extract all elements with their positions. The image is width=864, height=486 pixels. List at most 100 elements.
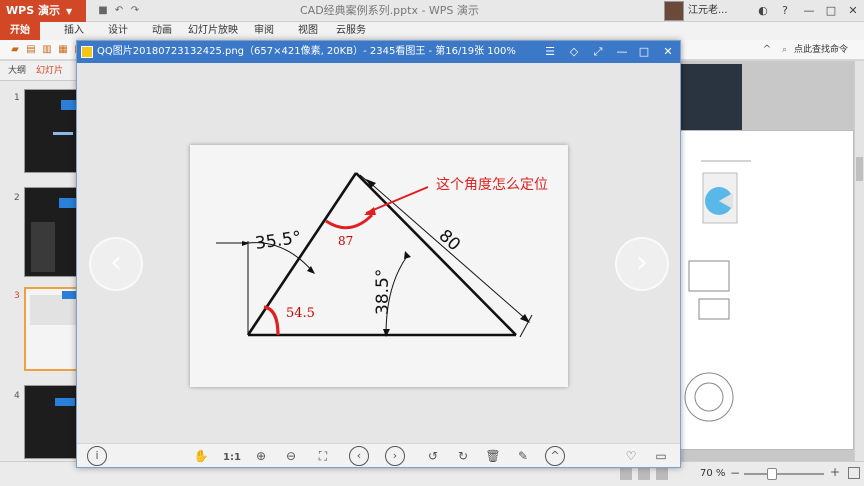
ribbon-tabs: 开始 插入 设计 动画 幻灯片放映 审阅 视图 云服务 bbox=[0, 22, 864, 40]
scrollbar-thumb[interactable] bbox=[856, 157, 863, 181]
tab-view[interactable]: 视图 bbox=[298, 22, 318, 40]
normal-view-icon[interactable] bbox=[620, 468, 632, 480]
zoom-level: 70 % bbox=[700, 468, 726, 479]
zoom-in-icon[interactable]: ⊕ bbox=[253, 448, 269, 464]
favorite-icon[interactable]: ♡ bbox=[623, 448, 639, 464]
viewer-maximize-button[interactable]: □ bbox=[633, 41, 655, 63]
label-35-5: 35.5° bbox=[254, 228, 303, 254]
slide-number: 4 bbox=[14, 391, 20, 401]
maximize-button[interactable]: □ bbox=[820, 0, 842, 22]
hand-icon[interactable]: ✋ bbox=[193, 448, 209, 464]
collapse-ribbon-icon[interactable]: ^ bbox=[760, 43, 774, 57]
slide-number: 1 bbox=[14, 93, 20, 103]
tab-slides[interactable]: 幻灯片 bbox=[36, 61, 63, 81]
thumb-text bbox=[53, 132, 73, 135]
wps-app-menu-button[interactable]: WPS 演示 ▼ bbox=[0, 0, 86, 22]
zoom-out-icon[interactable]: ⊖ bbox=[283, 448, 299, 464]
user-name[interactable]: 江元老... bbox=[688, 0, 728, 22]
new-icon[interactable]: ▤ bbox=[24, 43, 38, 57]
slideshow-view-icon[interactable] bbox=[656, 468, 668, 480]
prev-image-arrow-icon[interactable]: ‹ bbox=[89, 237, 143, 291]
next-icon[interactable]: › bbox=[385, 446, 405, 466]
print-icon[interactable]: ▥ bbox=[40, 43, 54, 57]
chevron-down-icon: ▼ bbox=[65, 7, 73, 16]
document-title: CAD经典案例系列.pptx - WPS 演示 bbox=[300, 4, 479, 17]
viewer-title: QQ图片20180723132425.png（657×421像素, 20KB）-… bbox=[97, 46, 516, 57]
zoom-slider-track[interactable] bbox=[744, 473, 824, 475]
redo-icon[interactable]: ↷ bbox=[128, 4, 142, 18]
slide-number: 3 bbox=[14, 291, 20, 301]
fullscreen-icon[interactable]: ⤢ bbox=[587, 41, 609, 63]
slides-panel: 大纲 幻灯片 1 2 3 4 bbox=[0, 61, 84, 461]
label-38-5: 38.5° bbox=[373, 269, 393, 315]
thumb-badge bbox=[59, 198, 77, 208]
sorter-view-icon[interactable] bbox=[638, 468, 650, 480]
viewer-app-icon bbox=[81, 46, 93, 58]
zoom-slider-handle[interactable] bbox=[767, 468, 777, 480]
current-slide-canvas[interactable] bbox=[680, 130, 854, 450]
red-angle-mark-545 bbox=[263, 305, 280, 336]
open-icon[interactable]: ▰ bbox=[8, 43, 22, 57]
preview-icon[interactable]: ▦ bbox=[56, 43, 70, 57]
save-icon[interactable]: ■ bbox=[96, 4, 110, 18]
viewer-toolbar: i ✋ 1:1 ⊕ ⊖ ⛶ ‹ › ↺ ↻ 🗑 ✎ ^ ♡ ▭ bbox=[77, 443, 680, 467]
slide-thumbnail-3[interactable] bbox=[24, 287, 80, 371]
slide-thumbnail-4[interactable] bbox=[24, 385, 80, 459]
viewer-minimize-button[interactable]: — bbox=[611, 41, 633, 63]
slide-drawing-preview bbox=[684, 160, 751, 422]
skin-icon[interactable]: ◐ bbox=[752, 0, 774, 22]
label-54-5: 54.5 bbox=[286, 306, 315, 321]
avatar[interactable] bbox=[664, 1, 684, 21]
undo-icon[interactable]: ↶ bbox=[112, 4, 126, 18]
tab-cloud[interactable]: 云服务 bbox=[336, 22, 366, 40]
thumb-badge bbox=[62, 291, 76, 299]
search-placeholder: 点此查找命令 bbox=[794, 45, 849, 55]
thumb-image bbox=[30, 295, 76, 325]
minimize-button[interactable]: — bbox=[798, 0, 820, 22]
thumb-photo bbox=[31, 222, 55, 272]
zoom-in-icon[interactable]: + bbox=[830, 465, 840, 479]
tab-animation[interactable]: 动画 bbox=[152, 22, 172, 40]
fit-window-icon[interactable] bbox=[848, 467, 860, 479]
image-viewer-window: QQ图片20180723132425.png（657×421像素, 20KB）-… bbox=[76, 40, 681, 468]
label-80: 80 bbox=[435, 226, 464, 255]
help-icon[interactable]: ? bbox=[774, 0, 796, 22]
menu-icon[interactable]: ☰ bbox=[539, 41, 561, 63]
fit-icon[interactable]: ⛶ bbox=[315, 448, 331, 464]
skin-icon[interactable]: ◇ bbox=[563, 41, 585, 63]
editor-scrollbar[interactable] bbox=[854, 61, 864, 461]
tab-start[interactable]: 开始 bbox=[0, 22, 40, 40]
tab-slideshow[interactable]: 幻灯片放映 bbox=[188, 22, 238, 40]
tab-insert[interactable]: 插入 bbox=[64, 22, 84, 40]
arrow-head bbox=[242, 241, 250, 246]
wps-titlebar: WPS 演示 ▼ ■ ↶ ↷ CAD经典案例系列.pptx - WPS 演示 江元… bbox=[0, 0, 864, 22]
slide-thumbnail-2[interactable] bbox=[24, 187, 80, 277]
ratio-label: 1:1 bbox=[223, 452, 241, 463]
slide-number: 2 bbox=[14, 193, 20, 203]
prev-icon[interactable]: ‹ bbox=[349, 446, 369, 466]
tab-outline[interactable]: 大纲 bbox=[8, 61, 26, 81]
tab-review[interactable]: 审阅 bbox=[254, 22, 274, 40]
displayed-image: 这个角度怎么定位 87 54.5 35.5° 80 38.5° bbox=[190, 145, 568, 387]
next-image-arrow-icon[interactable]: › bbox=[615, 237, 669, 291]
rotate-right-icon[interactable]: ↻ bbox=[455, 448, 471, 464]
folder-icon[interactable]: ▭ bbox=[653, 448, 669, 464]
zoom-out-icon[interactable]: − bbox=[730, 466, 740, 480]
more-icon[interactable]: ^ bbox=[545, 446, 565, 466]
edit-icon[interactable]: ✎ bbox=[515, 448, 531, 464]
info-icon[interactable]: i bbox=[87, 446, 107, 466]
red-angle-mark-87 bbox=[325, 213, 374, 230]
slide-thumbnail-1[interactable] bbox=[24, 89, 80, 173]
command-search-input[interactable]: ⌕ 点此查找命令 bbox=[780, 42, 862, 58]
viewer-close-button[interactable]: ✕ bbox=[657, 41, 679, 63]
viewer-titlebar[interactable]: QQ图片20180723132425.png（657×421像素, 20KB）-… bbox=[77, 41, 680, 63]
ratio-button[interactable]: 1:1 bbox=[223, 448, 241, 464]
app-name: WPS 演示 bbox=[6, 4, 60, 17]
delete-icon[interactable]: 🗑 bbox=[485, 448, 501, 464]
search-icon: ⌕ bbox=[782, 45, 788, 55]
slide-header-strip bbox=[680, 64, 742, 134]
tab-design[interactable]: 设计 bbox=[108, 22, 128, 40]
rotate-left-icon[interactable]: ↺ bbox=[425, 448, 441, 464]
close-button[interactable]: ✕ bbox=[842, 0, 864, 22]
viewer-canvas[interactable]: ‹ › 这个角度怎么定位 87 54.5 35.5° 80 38.5° bbox=[77, 63, 680, 443]
